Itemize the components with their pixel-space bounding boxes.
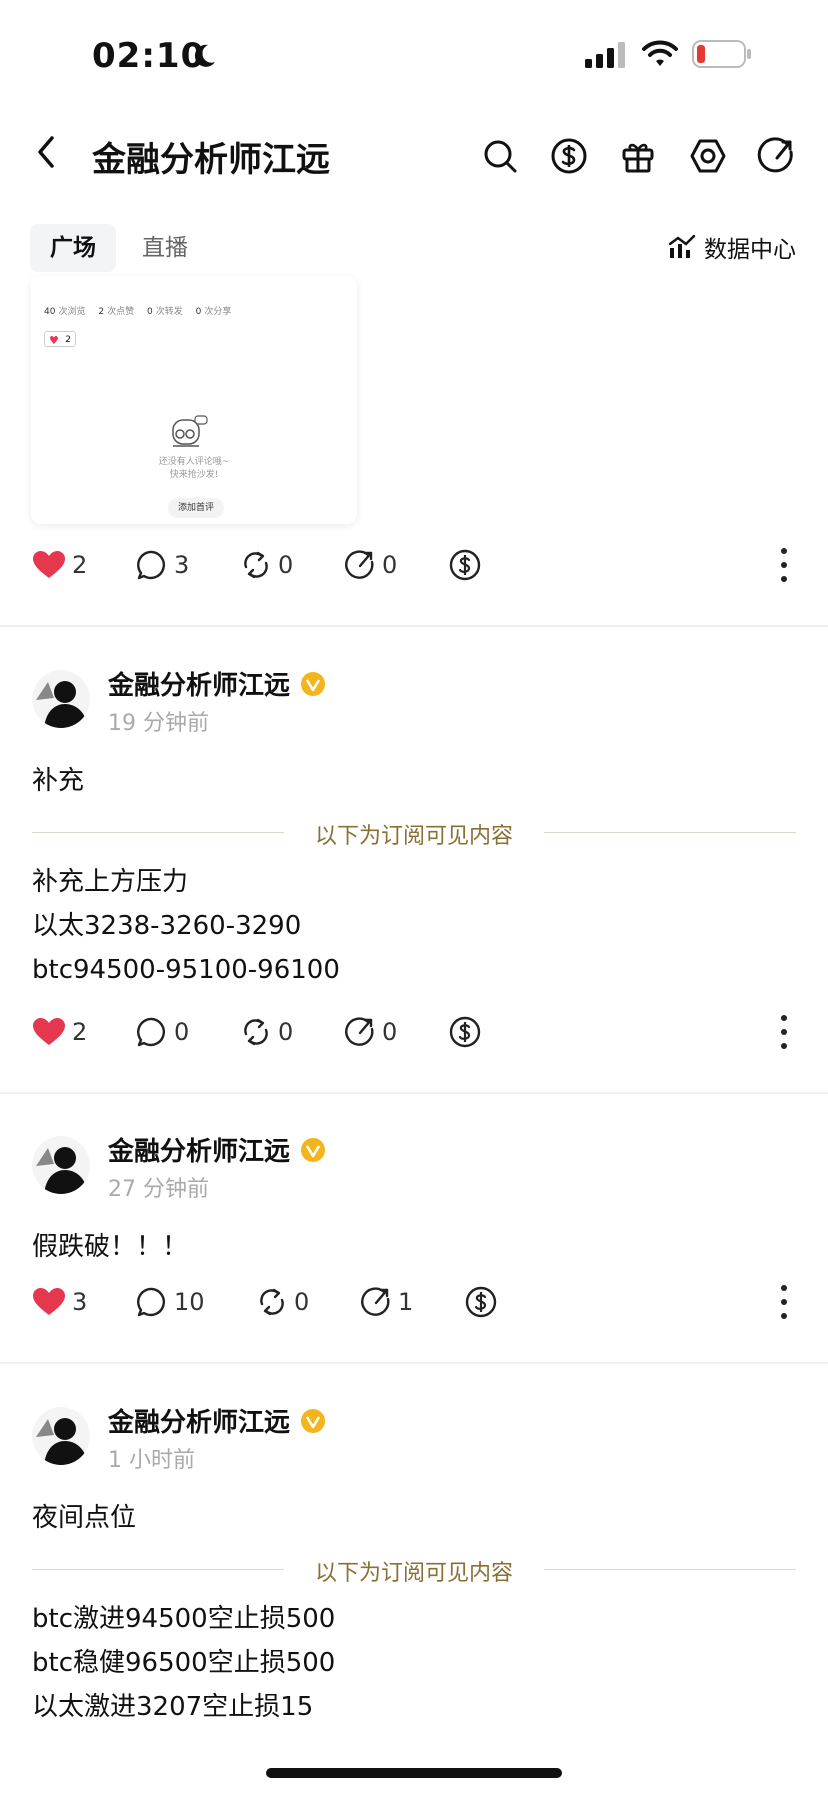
post-subscriber-content: btc激进94500空止损500 btc稳健96500空止损500 以太激进32… bbox=[32, 1597, 335, 1729]
settings-icon[interactable] bbox=[688, 136, 728, 176]
preview-like-badge: ♥ 2 bbox=[44, 331, 76, 347]
gift-icon[interactable] bbox=[618, 136, 658, 176]
comment-icon bbox=[137, 1017, 165, 1047]
chart-icon bbox=[668, 234, 696, 258]
share-button[interactable]: 0 bbox=[344, 1007, 397, 1057]
verified-badge-icon bbox=[301, 1137, 326, 1162]
avatar[interactable] bbox=[32, 1136, 90, 1194]
repost-button[interactable]: 0 bbox=[240, 540, 293, 590]
back-arrow-icon[interactable] bbox=[30, 132, 64, 172]
comment-icon bbox=[137, 550, 165, 580]
avatar[interactable] bbox=[32, 670, 90, 728]
heart-icon bbox=[33, 1018, 65, 1045]
status-time: 02:10 bbox=[92, 36, 206, 76]
post-time: 27 分钟前 bbox=[108, 1177, 209, 1202]
share-icon[interactable] bbox=[757, 136, 797, 176]
like-button[interactable]: 2 bbox=[32, 1007, 87, 1057]
post-line: 以太3238-3260-3290 bbox=[32, 911, 302, 941]
dollar-icon bbox=[465, 1286, 497, 1318]
post-line: btc稳健96500空止损500 bbox=[32, 1648, 336, 1678]
repost-icon bbox=[244, 551, 268, 579]
add-first-comment-button[interactable]: 添加首评 bbox=[168, 498, 224, 518]
more-icon[interactable] bbox=[780, 547, 788, 583]
post-line: btc激进94500空止损500 bbox=[32, 1604, 336, 1634]
share-button[interactable]: 0 bbox=[344, 540, 397, 590]
tip-button[interactable] bbox=[448, 1007, 482, 1057]
post-subscriber-content: 补充上方压力 以太3238-3260-3290 btc94500-95100-9… bbox=[32, 860, 340, 992]
author-name[interactable]: 金融分析师江远 bbox=[108, 1402, 326, 1439]
moon-icon bbox=[194, 44, 215, 67]
post-text: 补充 bbox=[32, 766, 85, 796]
heart-icon: ♥ bbox=[49, 334, 59, 347]
more-icon[interactable] bbox=[780, 1014, 788, 1050]
verified-badge-icon bbox=[301, 671, 326, 696]
subscriber-divider: 以下为订阅可见内容 bbox=[32, 818, 796, 849]
repost-icon bbox=[260, 1288, 284, 1316]
search-icon[interactable] bbox=[480, 136, 520, 176]
share-button[interactable]: 1 bbox=[360, 1277, 413, 1327]
avatar[interactable] bbox=[32, 1407, 90, 1465]
repost-icon bbox=[244, 1018, 268, 1046]
nav-bar: 金融分析师江远 bbox=[0, 120, 828, 192]
tab-plaza[interactable]: 广场 bbox=[30, 224, 116, 272]
empty-comments-text: 还没有人评论哦~ 快来抢沙发! bbox=[158, 457, 230, 480]
tip-button[interactable] bbox=[464, 1277, 498, 1327]
post-line: btc94500-95100-96100 bbox=[32, 955, 340, 985]
share-icon bbox=[361, 1287, 390, 1316]
like-button[interactable]: 2 bbox=[32, 540, 87, 590]
page-title: 金融分析师江远 bbox=[92, 140, 330, 180]
post-line: 以太激进3207空止损15 bbox=[32, 1692, 314, 1722]
subscriber-divider: 以下为订阅可见内容 bbox=[32, 1555, 796, 1586]
verified-badge-icon bbox=[301, 1408, 326, 1433]
signal-icon bbox=[585, 42, 625, 68]
divider bbox=[0, 625, 828, 627]
home-indicator[interactable] bbox=[266, 1768, 562, 1778]
dollar-icon bbox=[449, 1016, 481, 1048]
share-icon bbox=[345, 1017, 374, 1046]
comment-button[interactable]: 0 bbox=[136, 1007, 189, 1057]
action-row: 2 3 0 0 bbox=[0, 540, 828, 590]
comment-button[interactable]: 3 bbox=[136, 540, 189, 590]
author-name[interactable]: 金融分析师江远 bbox=[108, 1131, 326, 1168]
post-text: 夜间点位 bbox=[32, 1503, 137, 1533]
tab-bar: 广场 直播 数据中心 bbox=[0, 216, 828, 274]
repost-button[interactable]: 0 bbox=[240, 1007, 293, 1057]
tip-button[interactable] bbox=[448, 540, 482, 590]
post-preview-card[interactable]: 40 次浏览 2 次点赞 0 次转发 0 次分享 ♥ 2 还没有人评论哦~ 快来抢沙发!… bbox=[31, 276, 357, 524]
like-button[interactable]: 3 bbox=[32, 1277, 87, 1327]
action-row: 2 0 0 0 bbox=[0, 1007, 828, 1057]
author-name[interactable]: 金融分析师江远 bbox=[108, 665, 326, 702]
dollar-icon[interactable] bbox=[549, 136, 589, 176]
comment-icon bbox=[137, 1287, 165, 1317]
empty-comments-icon bbox=[172, 415, 208, 447]
heart-icon bbox=[33, 1288, 65, 1315]
heart-icon bbox=[33, 551, 65, 578]
wifi-icon bbox=[642, 40, 678, 66]
preview-stats: 40 次浏览 2 次点赞 0 次转发 0 次分享 bbox=[44, 307, 232, 317]
repost-button[interactable]: 0 bbox=[256, 1277, 309, 1327]
divider bbox=[0, 1092, 828, 1094]
data-center-label: 数据中心 bbox=[704, 237, 796, 263]
post-time: 19 分钟前 bbox=[108, 711, 209, 736]
tab-live[interactable]: 直播 bbox=[122, 224, 208, 272]
data-center-link[interactable]: 数据中心 bbox=[668, 230, 796, 264]
dollar-icon bbox=[449, 549, 481, 581]
post-time: 1 小时前 bbox=[108, 1448, 195, 1473]
action-row: 3 10 0 1 bbox=[0, 1277, 828, 1327]
share-icon bbox=[345, 550, 374, 579]
status-bar: 02:10 bbox=[0, 0, 828, 110]
battery-icon bbox=[692, 40, 751, 68]
comment-button[interactable]: 10 bbox=[136, 1277, 205, 1327]
divider bbox=[0, 1362, 828, 1364]
post-text: 假跌破！！！ bbox=[32, 1232, 189, 1262]
post-line: 补充上方压力 bbox=[32, 867, 189, 897]
more-icon[interactable] bbox=[780, 1284, 788, 1320]
